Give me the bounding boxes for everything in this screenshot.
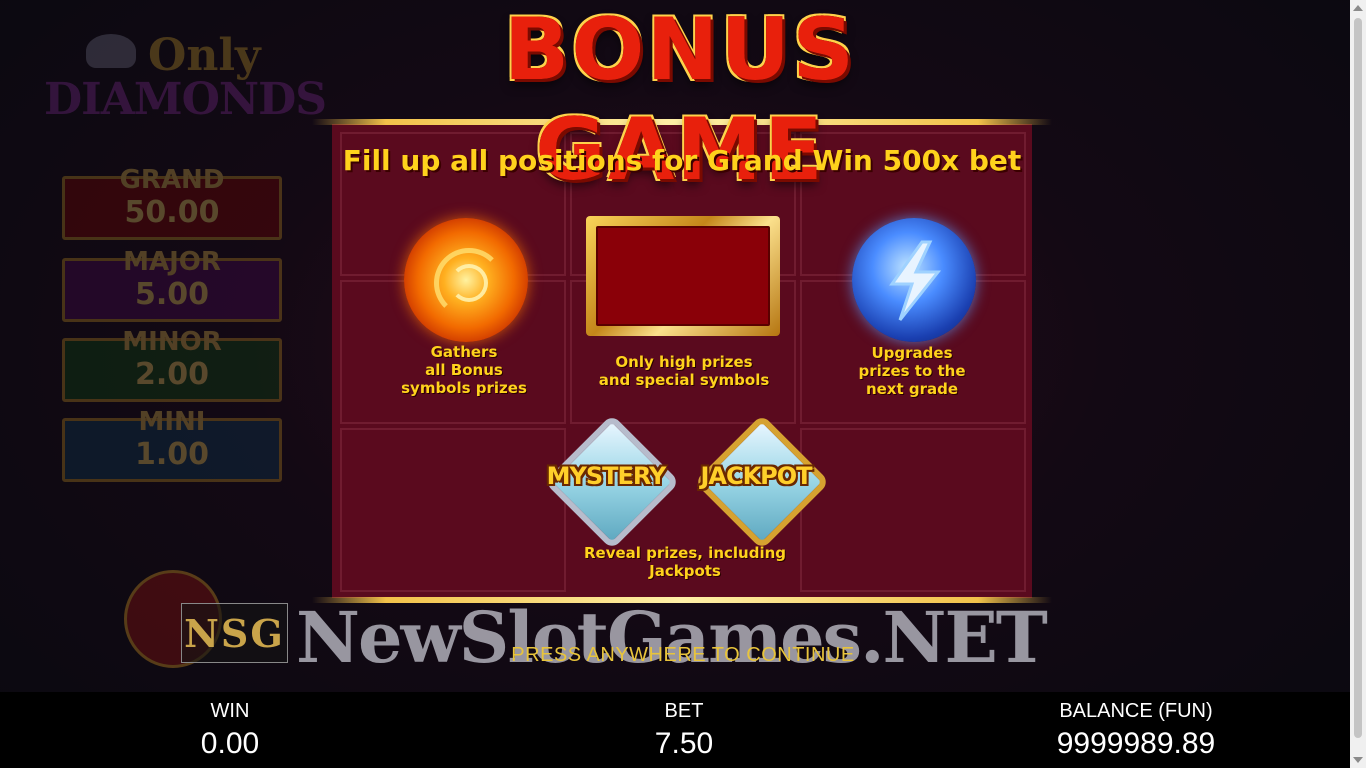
scroll-up-icon[interactable]: [1353, 5, 1363, 11]
balance-display: BALANCE (FUN) 9999989.89: [1020, 700, 1252, 761]
high-prizes-description: Only high prizes and special symbols: [598, 353, 770, 389]
jackpot-label: JACKPOT: [700, 462, 812, 490]
jackpot-minor: MINOR 2.00: [62, 327, 282, 402]
jackpot-name: GRAND: [119, 165, 225, 195]
mystery-gem-icon: MYSTERY: [544, 414, 680, 550]
mystery-label: MYSTERY: [546, 462, 667, 490]
jackpot-name: MINI: [138, 407, 206, 437]
win-value: 0.00: [200, 727, 260, 760]
swirl-decor: [450, 264, 488, 302]
lightning-orb-icon: [852, 218, 976, 342]
lightning-bolt-icon: [889, 240, 942, 321]
game-logo: Only DIAMONDS: [38, 18, 327, 128]
jackpot-major: MAJOR 5.00: [62, 247, 282, 322]
watermark-badge: NSG: [181, 603, 288, 663]
jackpot-name: MAJOR: [123, 247, 221, 277]
frame-inner: [596, 226, 770, 326]
jackpot-gem-icon: JACKPOT: [694, 414, 830, 550]
reel-cell: [800, 428, 1026, 592]
jackpot-mini: MINI 1.00: [62, 407, 282, 482]
jackpot-value: 2.00: [134, 357, 210, 392]
press-to-continue[interactable]: PRESS ANYWHERE TO CONTINUE: [420, 644, 946, 667]
win-display: WIN 0.00: [160, 700, 300, 761]
jackpot-value: 50.00: [124, 195, 220, 230]
fire-orb-icon: [404, 218, 528, 342]
scroll-down-icon[interactable]: [1353, 757, 1363, 763]
jackpot-value: 1.00: [134, 437, 210, 472]
bonus-subtitle: Fill up all positions for Grand Win 500x…: [342, 144, 1022, 177]
reveal-description: Reveal prizes, including Jackpots: [583, 544, 787, 580]
upgrade-description: Upgrades prizes to the next grade: [858, 344, 966, 398]
bet-label: BET: [664, 700, 704, 722]
reel-cell: [340, 428, 566, 592]
jackpot-grand: GRAND 50.00: [62, 165, 282, 240]
gold-frame-icon: [586, 216, 780, 336]
balance-value: 9999989.89: [1056, 727, 1216, 760]
jackpot-name: MINOR: [122, 327, 222, 357]
bet-display: BET 7.50: [620, 700, 748, 761]
win-label: WIN: [210, 700, 250, 722]
scrollbar-thumb[interactable]: [1354, 18, 1362, 738]
logo-line2: DIAMONDS: [44, 74, 327, 125]
gather-description: Gathers all Bonus symbols prizes: [401, 343, 527, 397]
jackpot-value: 5.00: [134, 277, 210, 312]
balance-label: BALANCE (FUN): [1059, 700, 1213, 722]
page-scrollbar[interactable]: [1350, 0, 1366, 768]
bet-value: 7.50: [654, 727, 714, 760]
diamond-logo-icon: [86, 34, 136, 68]
